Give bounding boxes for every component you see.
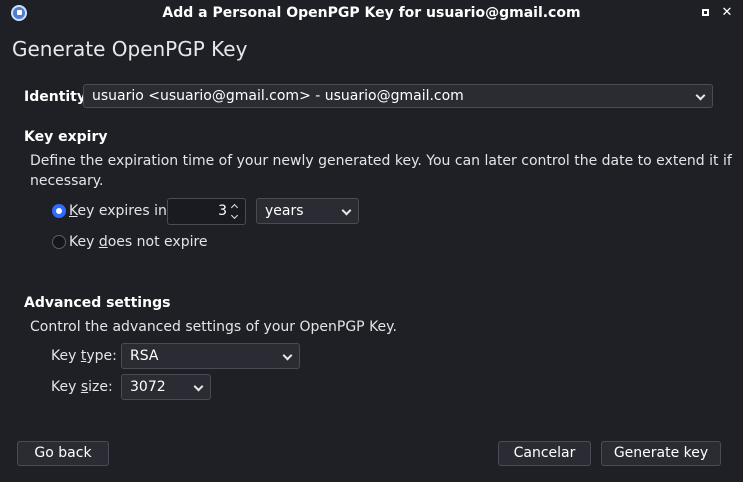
key-no-expire-label[interactable]: Key does not expire xyxy=(69,234,208,250)
key-type-label: Key type: xyxy=(51,348,117,364)
key-type-value: RSA xyxy=(130,348,159,364)
spin-arrows-icon[interactable] xyxy=(230,202,239,220)
go-back-button[interactable]: Go back xyxy=(17,441,109,466)
identity-select-value: usuario <usuario@gmail.com> - usuario@gm… xyxy=(92,88,464,104)
identity-label: Identity xyxy=(24,89,87,105)
key-expiry-heading: Key expiry xyxy=(24,129,108,145)
key-no-expire-label-mnemonic: d xyxy=(98,234,108,250)
key-type-select[interactable]: RSA xyxy=(121,343,300,369)
key-size-label: Key size: xyxy=(51,379,113,395)
close-icon[interactable]: ✕ xyxy=(720,6,734,20)
key-expires-radio[interactable] xyxy=(52,204,66,218)
advanced-settings-heading: Advanced settings xyxy=(24,295,171,311)
key-no-expire-radio[interactable] xyxy=(52,235,66,249)
key-type-label-text: ype: xyxy=(86,348,117,364)
page-title: Generate OpenPGP Key xyxy=(12,37,248,61)
key-type-label-prefix: Key xyxy=(51,348,81,364)
generate-key-button[interactable]: Generate key xyxy=(601,441,721,466)
key-expiry-description-line2: necessary. xyxy=(30,173,104,189)
chevron-down-icon xyxy=(695,90,706,101)
window-title: Add a Personal OpenPGP Key for usuario@g… xyxy=(162,5,581,21)
expiry-amount-spinbox[interactable]: 3 xyxy=(167,198,246,225)
key-expiry-description-line1: Define the expiration time of your newly… xyxy=(30,153,732,169)
identity-select[interactable]: usuario <usuario@gmail.com> - usuario@gm… xyxy=(83,84,713,108)
key-size-select[interactable]: 3072 xyxy=(121,374,211,400)
chevron-down-icon xyxy=(282,350,293,361)
key-expires-label[interactable]: Key expires in xyxy=(69,203,167,219)
spin-down-icon[interactable] xyxy=(230,211,239,220)
chevron-down-icon xyxy=(193,381,204,392)
expiry-unit-select[interactable]: years xyxy=(256,198,359,224)
cancel-button[interactable]: Cancelar xyxy=(498,441,591,466)
chevron-down-icon xyxy=(341,205,352,216)
key-no-expire-label-text: oes not expire xyxy=(107,234,208,250)
advanced-settings-description: Control the advanced settings of your Op… xyxy=(30,319,397,335)
key-size-value: 3072 xyxy=(130,379,166,395)
expiry-amount-value: 3 xyxy=(218,203,227,219)
key-no-expire-label-prefix: Key xyxy=(69,234,99,250)
key-size-label-prefix: Key xyxy=(51,379,81,395)
expiry-unit-value: years xyxy=(265,203,304,219)
key-expires-label-text: ey expires in xyxy=(77,203,167,219)
title-bar: Add a Personal OpenPGP Key for usuario@g… xyxy=(0,0,743,26)
key-size-label-text: ize: xyxy=(88,379,113,395)
maximize-icon[interactable] xyxy=(699,6,713,20)
spin-up-icon[interactable] xyxy=(230,203,239,212)
